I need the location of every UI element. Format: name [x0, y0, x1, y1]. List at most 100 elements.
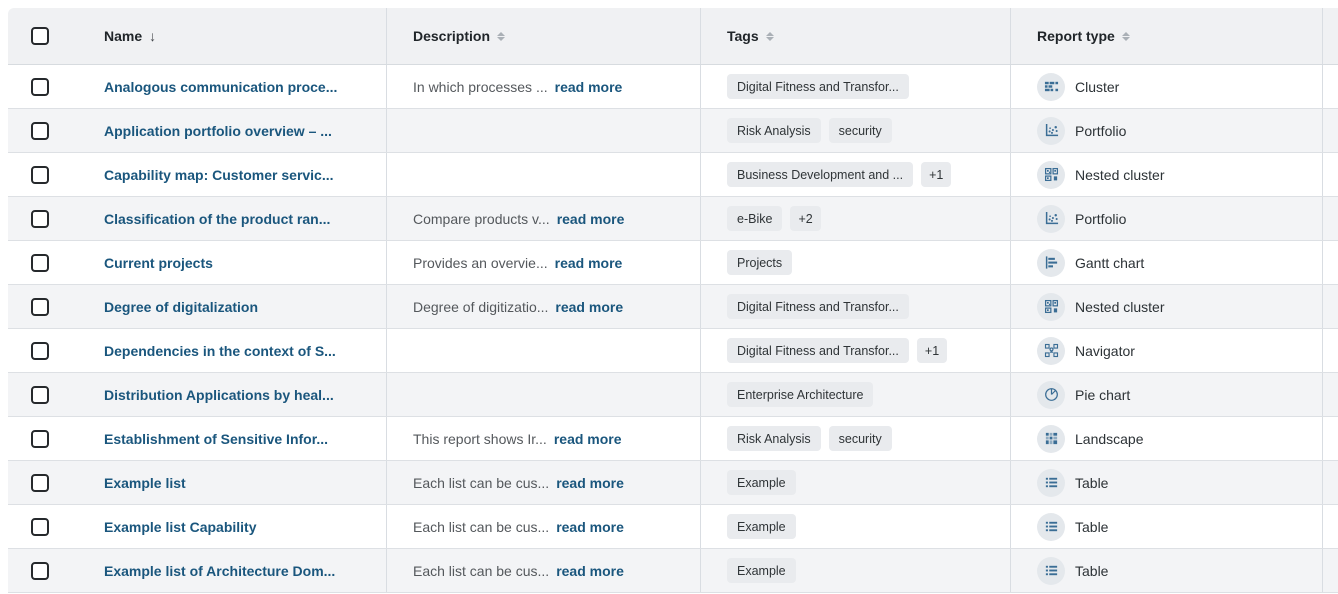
report-type-cell: Landscape: [1010, 417, 1322, 460]
column-label-tags: Tags: [727, 28, 759, 44]
report-name-link[interactable]: Example list Capability: [104, 519, 257, 535]
row-checkbox[interactable]: [31, 166, 49, 184]
sort-by-tags-control[interactable]: Tags: [727, 28, 774, 44]
column-header-name: Name ↓: [86, 8, 386, 64]
tags-cell: Projects: [700, 241, 1010, 284]
tag-overflow-chip[interactable]: +1: [921, 162, 951, 187]
report-type-label: Cluster: [1075, 79, 1119, 95]
report-type-cell: Gantt chart: [1010, 241, 1322, 284]
tag-chip[interactable]: Risk Analysis: [727, 426, 821, 451]
gantt-chart-icon: [1037, 249, 1065, 277]
tag-chip[interactable]: Risk Analysis: [727, 118, 821, 143]
row-checkbox[interactable]: [31, 254, 49, 272]
sort-by-description-control[interactable]: Description: [413, 28, 505, 44]
read-more-link[interactable]: read more: [555, 255, 623, 271]
report-type-cell: Table: [1010, 505, 1322, 548]
tag-chip[interactable]: Business Development and ...: [727, 162, 913, 187]
table-body: Analogous communication proce... In whic…: [8, 65, 1338, 593]
report-name-link[interactable]: Analogous communication proce...: [104, 79, 337, 95]
tag-overflow-chip[interactable]: +2: [790, 206, 820, 231]
read-more-link[interactable]: read more: [556, 519, 624, 535]
report-name-link[interactable]: Application portfolio overview – ...: [104, 123, 332, 139]
row-checkbox-cell: [8, 197, 86, 240]
row-checkbox[interactable]: [31, 430, 49, 448]
row-checkbox-cell: [8, 153, 86, 196]
description-cell: This report shows Ir... read more: [386, 417, 700, 460]
description-cell: Each list can be cus... read more: [386, 549, 700, 592]
table-row: Capability map: Customer servic... Busin…: [8, 153, 1338, 197]
table-row: Analogous communication proce... In whic…: [8, 65, 1338, 109]
row-extra-cell: [1322, 505, 1338, 548]
description-cell: Each list can be cus... read more: [386, 505, 700, 548]
row-checkbox[interactable]: [31, 474, 49, 492]
description-text: Provides an overvie...: [413, 255, 548, 271]
tag-chip[interactable]: security: [829, 426, 892, 451]
read-more-link[interactable]: read more: [555, 79, 623, 95]
select-all-checkbox[interactable]: [31, 27, 49, 45]
column-label-description: Description: [413, 28, 490, 44]
sort-descending-icon: ↓: [149, 28, 156, 44]
name-cell: Dependencies in the context of S...: [86, 329, 386, 372]
nested-cluster-icon: [1037, 161, 1065, 189]
tags-cell: Example: [700, 461, 1010, 504]
report-type-label: Pie chart: [1075, 387, 1130, 403]
tag-chip[interactable]: Digital Fitness and Transfor...: [727, 74, 909, 99]
row-checkbox[interactable]: [31, 298, 49, 316]
table-row: Example list of Architecture Dom... Each…: [8, 549, 1338, 593]
report-type-label: Navigator: [1075, 343, 1135, 359]
tag-overflow-chip[interactable]: +1: [917, 338, 947, 363]
row-checkbox[interactable]: [31, 78, 49, 96]
tags-cell: Digital Fitness and Transfor...: [700, 285, 1010, 328]
column-header-report-type: Report type: [1010, 8, 1322, 64]
read-more-link[interactable]: read more: [556, 475, 624, 491]
read-more-link[interactable]: read more: [557, 211, 625, 227]
sort-by-report-type-control[interactable]: Report type: [1037, 28, 1130, 44]
tag-chip[interactable]: Digital Fitness and Transfor...: [727, 338, 909, 363]
row-checkbox-cell: [8, 461, 86, 504]
row-checkbox[interactable]: [31, 562, 49, 580]
column-header-description: Description: [386, 8, 700, 64]
row-checkbox[interactable]: [31, 518, 49, 536]
report-type-cell: Nested cluster: [1010, 153, 1322, 196]
tag-chip[interactable]: Example: [727, 558, 796, 583]
row-checkbox-cell: [8, 373, 86, 416]
header-extra-cell: [1322, 8, 1338, 64]
row-extra-cell: [1322, 417, 1338, 460]
read-more-link[interactable]: read more: [556, 563, 624, 579]
row-checkbox-cell: [8, 241, 86, 284]
description-text: This report shows Ir...: [413, 431, 547, 447]
tags-cell: Enterprise Architecture: [700, 373, 1010, 416]
description-cell: Compare products v... read more: [386, 197, 700, 240]
report-name-link[interactable]: Establishment of Sensitive Infor...: [104, 431, 328, 447]
tag-chip[interactable]: Projects: [727, 250, 792, 275]
row-checkbox[interactable]: [31, 122, 49, 140]
sort-by-name-control[interactable]: Name ↓: [104, 28, 156, 44]
report-name-link[interactable]: Dependencies in the context of S...: [104, 343, 336, 359]
row-checkbox-cell: [8, 329, 86, 372]
tag-chip[interactable]: Example: [727, 514, 796, 539]
report-name-link[interactable]: Classification of the product ran...: [104, 211, 330, 227]
row-checkbox[interactable]: [31, 386, 49, 404]
tag-chip[interactable]: Digital Fitness and Transfor...: [727, 294, 909, 319]
report-name-link[interactable]: Current projects: [104, 255, 213, 271]
report-name-link[interactable]: Distribution Applications by heal...: [104, 387, 334, 403]
name-cell: Example list: [86, 461, 386, 504]
tag-chip[interactable]: Enterprise Architecture: [727, 382, 873, 407]
row-checkbox[interactable]: [31, 342, 49, 360]
tag-chip[interactable]: e-Bike: [727, 206, 782, 231]
column-header-tags: Tags: [700, 8, 1010, 64]
tags-cell: Example: [700, 505, 1010, 548]
report-name-link[interactable]: Capability map: Customer servic...: [104, 167, 334, 183]
read-more-link[interactable]: read more: [554, 431, 622, 447]
row-extra-cell: [1322, 241, 1338, 284]
report-type-cell: Table: [1010, 461, 1322, 504]
reports-table: Name ↓ Description Tags Report type: [8, 8, 1338, 593]
tag-chip[interactable]: Example: [727, 470, 796, 495]
report-name-link[interactable]: Degree of digitalization: [104, 299, 258, 315]
report-name-link[interactable]: Example list: [104, 475, 186, 491]
report-name-link[interactable]: Example list of Architecture Dom...: [104, 563, 335, 579]
read-more-link[interactable]: read more: [555, 299, 623, 315]
row-checkbox[interactable]: [31, 210, 49, 228]
cluster-icon: [1037, 73, 1065, 101]
tag-chip[interactable]: security: [829, 118, 892, 143]
